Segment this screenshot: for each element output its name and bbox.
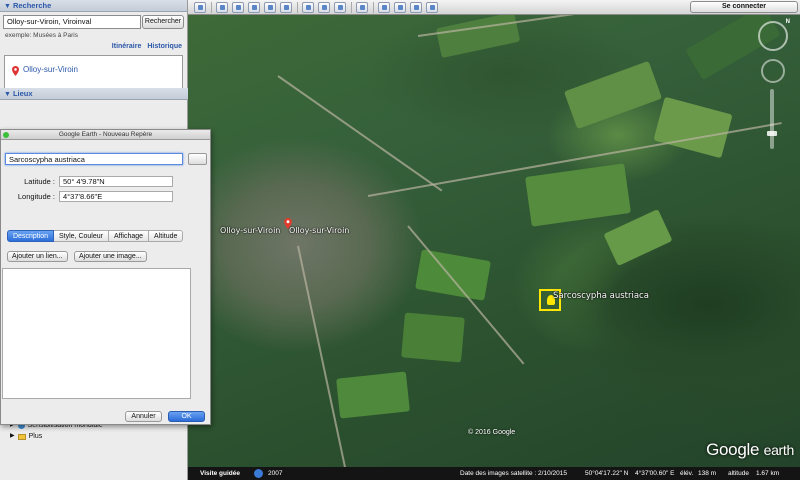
print-icon[interactable] [394,2,406,13]
search-section-header[interactable]: ▼ Recherche [0,0,187,12]
field-area [603,208,673,267]
toolbar: Se connecter [188,0,800,15]
ruler-icon[interactable] [356,2,368,13]
expand-arrow-icon[interactable]: ▶ [10,431,15,442]
field-area [653,96,733,159]
historical-imagery-icon[interactable] [302,2,314,13]
historique-link[interactable]: Historique [147,43,182,50]
toolbar-separator [211,2,212,13]
copyright-text: © 2016 Google [468,429,516,436]
places-section-header[interactable]: ▼ Lieux [0,88,188,100]
placemark-icon-button[interactable] [188,153,207,165]
tab-altitude[interactable]: Altitude [149,230,184,242]
tab-style-couleur[interactable]: Style, Couleur [54,230,109,242]
places-header-wrap: ▼ Lieux [0,88,188,100]
look-joystick-icon[interactable] [761,59,785,83]
placemark-label: Sarcoscypha austriaca [553,291,649,301]
toolbar-separator [351,2,352,13]
new-placemark-dialog: Google Earth - Nouveau Repère Sarcoscyph… [0,129,211,425]
add-polygon-icon[interactable] [232,2,244,13]
search-example: exemple: Musées à Paris [5,32,78,39]
field-area [415,249,491,301]
field-area [563,60,663,130]
status-bar: Visite guidée 2007 Date des images satel… [188,467,800,480]
google-earth-window: ▼ Recherche Olloy-sur-Viroin, Viroinval R… [0,0,800,480]
google-maps-icon[interactable] [426,2,438,13]
altitude-label: altitude [728,470,749,477]
tab-description[interactable]: Description [7,230,55,242]
road [297,245,351,467]
email-icon[interactable] [378,2,390,13]
toolbar-separator [297,2,298,13]
sunlight-icon[interactable] [318,2,330,13]
guided-tour-button[interactable]: Visite guidée [200,467,240,480]
town-label-right: Olloy-sur-Viroin [289,226,350,235]
add-overlay-icon[interactable] [264,2,276,13]
placemark-pin-icon [12,66,19,76]
dialog-title-bar[interactable]: Google Earth - Nouveau Repère [1,130,210,140]
planet-icon[interactable] [334,2,346,13]
road [277,75,443,192]
latitude-field[interactable]: 50° 4'9.78"N [59,176,173,187]
town-label-left: Olloy-sur-Viroin [220,226,281,235]
ok-button[interactable]: OK [168,411,205,422]
disclosure-triangle-icon[interactable]: ▼ [4,89,11,101]
sidebar-toggle-icon[interactable] [194,2,206,13]
altitude-value: 1.67 km [756,470,780,477]
history-clock-icon[interactable] [254,469,263,478]
placemark-name-input[interactable]: Sarcoscypha austriaca [5,153,183,165]
search-row: Olloy-sur-Viroin, Viroinval Rechercher [3,15,184,29]
sign-in-button[interactable]: Se connecter [690,1,798,13]
tab-affichage[interactable]: Affichage [108,230,150,242]
search-links: Itinéraire Historique [106,43,182,50]
description-textarea[interactable] [2,268,191,399]
search-input[interactable]: Olloy-sur-Viroin, Viroinval [3,15,141,29]
add-link-button[interactable]: Ajouter un lien... [7,251,68,262]
longitude-field[interactable]: 4°37'8.66"E [59,191,173,202]
imagery-date: Date des images satellite : 2/10/2015 [460,470,567,477]
add-placemark-icon[interactable] [216,2,228,13]
save-image-icon[interactable] [410,2,422,13]
cursor-longitude: 4°37'00.60" E [635,470,675,477]
folder-icon [17,433,26,440]
search-results: Olloy-sur-Viroin [4,55,183,89]
dialog-tabs: Description Style, Couleur Affichage Alt… [7,230,184,242]
add-path-icon[interactable] [248,2,260,13]
search-button[interactable]: Rechercher [142,15,184,29]
toolbar-separator [373,2,374,13]
field-area [525,163,631,227]
cancel-button[interactable]: Annuler [125,411,162,422]
record-tour-icon[interactable] [280,2,292,13]
navigation-controls: N [758,19,792,149]
add-image-button[interactable]: Ajouter une image... [74,251,147,262]
zoom-slider[interactable] [767,89,777,149]
itineraire-link[interactable]: Itinéraire [112,43,142,50]
latitude-label: Latitude : [24,177,55,186]
google-earth-logo: Google earth [706,440,794,459]
map-view[interactable]: Olloy-sur-Viroin Olloy-sur-Viroin Sarcos… [188,15,800,467]
zoom-knob[interactable] [767,131,777,136]
elevation-label: élév. [680,470,694,477]
field-area [401,312,465,363]
places-item-plus[interactable]: ▶ Plus [10,431,103,442]
field-area [336,371,410,419]
window-zoom-button[interactable] [3,132,9,138]
longitude-label: Longitude : [17,192,55,201]
imagery-year: 2007 [268,470,283,477]
compass-icon[interactable]: N [758,19,790,51]
cursor-latitude: 50°04'17.22" N [585,470,629,477]
elevation-value: 138 m [698,470,717,477]
search-result-item[interactable]: Olloy-sur-Viroin [23,65,78,74]
disclosure-triangle-icon[interactable]: ▼ [4,1,11,13]
